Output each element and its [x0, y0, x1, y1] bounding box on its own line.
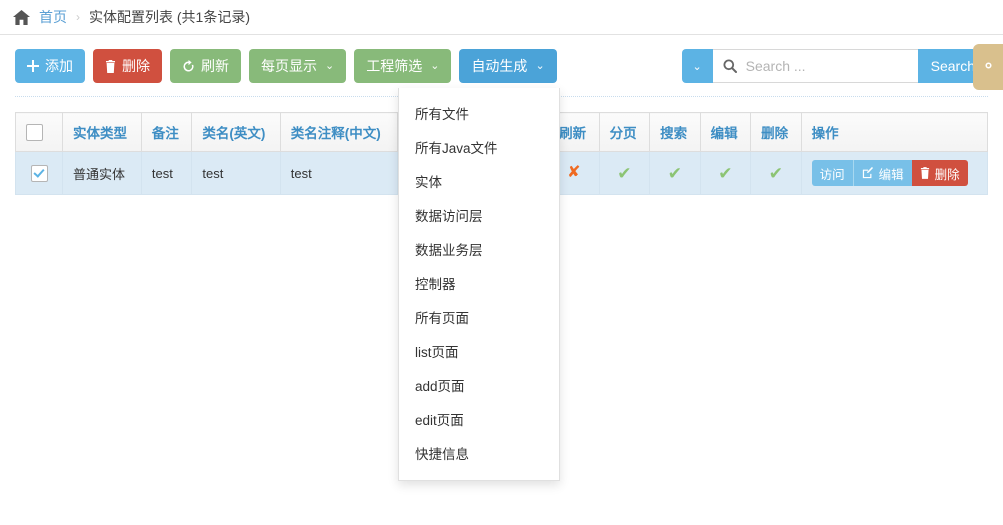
- cell-remove: ✔: [750, 151, 802, 195]
- auto-generate-dropdown-menu: 所有文件 所有Java文件 实体 数据访问层 数据业务层 控制器 所有页面 li…: [398, 88, 560, 481]
- project-filter-label: 工程筛选: [366, 58, 423, 74]
- header-paging[interactable]: 分页: [598, 112, 651, 152]
- row-action-group: 访问 编辑 删除: [811, 160, 968, 186]
- gear-icon: [980, 57, 997, 77]
- pencil-square-icon: [862, 167, 874, 179]
- header-edit[interactable]: 编辑: [699, 112, 752, 152]
- cell-edit: ✔: [699, 151, 752, 195]
- check-icon: ✔: [667, 163, 682, 183]
- cell-remark: test: [140, 151, 193, 195]
- menu-item-all-pages[interactable]: 所有页面: [399, 300, 559, 334]
- menu-item-entity[interactable]: 实体: [399, 164, 559, 198]
- menu-item-all-files[interactable]: 所有文件: [399, 96, 559, 130]
- select-all-checkbox[interactable]: [26, 123, 43, 141]
- row-delete-button[interactable]: 删除: [911, 160, 968, 186]
- cell-class-name-cn: test: [279, 151, 398, 195]
- header-remark[interactable]: 备注: [140, 112, 193, 152]
- menu-item-edit-page[interactable]: edit页面: [399, 402, 559, 436]
- page-size-label: 每页显示: [261, 58, 317, 74]
- cell-paging: ✔: [598, 151, 651, 195]
- row-select-cell: [15, 151, 63, 195]
- search-input[interactable]: [743, 57, 910, 75]
- row-checkbox[interactable]: [30, 164, 48, 182]
- chevron-down-icon: ⌄: [325, 59, 335, 72]
- menu-item-dao-layer[interactable]: 数据访问层: [399, 198, 559, 232]
- project-filter-dropdown-button[interactable]: 工程筛选 ⌄: [354, 49, 452, 83]
- delete-button[interactable]: 删除: [93, 49, 162, 83]
- visit-button[interactable]: 访问: [811, 160, 853, 186]
- trash-icon: [920, 167, 930, 179]
- cell-entity-type: 普通实体: [62, 151, 142, 195]
- search-box: [712, 49, 918, 83]
- edit-button[interactable]: 编辑: [852, 160, 912, 186]
- chevron-right-icon: ›: [76, 10, 80, 24]
- add-button[interactable]: 添加: [15, 49, 85, 83]
- edit-button-label: 编辑: [878, 167, 904, 182]
- chevron-down-icon: ⌄: [535, 59, 545, 72]
- chevron-down-icon: ⌄: [430, 59, 440, 72]
- header-entity-type[interactable]: 实体类型: [62, 112, 142, 152]
- row-delete-label: 删除: [934, 167, 960, 182]
- menu-item-service-layer[interactable]: 数据业务层: [399, 232, 559, 266]
- menu-item-quick-info[interactable]: 快捷信息: [399, 436, 559, 470]
- search-scope-dropdown-button[interactable]: ⌄: [681, 49, 713, 83]
- refresh-button-label: 刷新: [201, 58, 229, 74]
- cross-icon: ✘: [567, 164, 581, 181]
- refresh-icon: [182, 59, 195, 73]
- search-icon: [723, 59, 737, 73]
- menu-item-list-page[interactable]: list页面: [399, 334, 559, 368]
- breadcrumb: 首页 › 实体配置列表 (共1条记录): [0, 0, 1003, 35]
- settings-tab-button[interactable]: [973, 44, 1003, 90]
- check-icon: ✔: [768, 163, 783, 183]
- menu-item-controller[interactable]: 控制器: [399, 266, 559, 300]
- auto-generate-label: 自动生成: [471, 58, 528, 74]
- plus-icon: [27, 60, 39, 72]
- delete-button-label: 删除: [122, 58, 150, 74]
- refresh-button[interactable]: 刷新: [170, 49, 241, 83]
- chevron-down-icon: ⌄: [692, 60, 702, 73]
- header-remove[interactable]: 删除: [750, 112, 802, 152]
- header-class-name-en[interactable]: 类名(英文): [191, 112, 281, 152]
- check-icon: ✔: [617, 163, 632, 183]
- auto-generate-dropdown-button[interactable]: 自动生成 ⌄: [459, 49, 557, 83]
- page-title: 实体配置列表 (共1条记录): [89, 9, 250, 25]
- search-cluster: ⌄ Search: [681, 49, 988, 83]
- add-button-label: 添加: [45, 58, 73, 74]
- home-icon: [13, 9, 30, 25]
- select-all-header: [15, 112, 63, 152]
- header-class-name-cn[interactable]: 类名注释(中文): [279, 112, 398, 152]
- menu-item-all-java-files[interactable]: 所有Java文件: [399, 130, 559, 164]
- trash-icon: [105, 59, 116, 73]
- breadcrumb-home-link[interactable]: 首页: [39, 7, 67, 27]
- menu-item-add-page[interactable]: add页面: [399, 368, 559, 402]
- check-icon: ✔: [718, 163, 733, 183]
- header-actions: 操作: [800, 112, 989, 152]
- cell-search: ✔: [649, 151, 701, 195]
- page-size-dropdown-button[interactable]: 每页显示 ⌄: [249, 49, 347, 83]
- cell-actions: 访问 编辑 删除: [800, 151, 989, 195]
- cell-class-name-en: test: [191, 151, 281, 195]
- header-search[interactable]: 搜索: [649, 112, 701, 152]
